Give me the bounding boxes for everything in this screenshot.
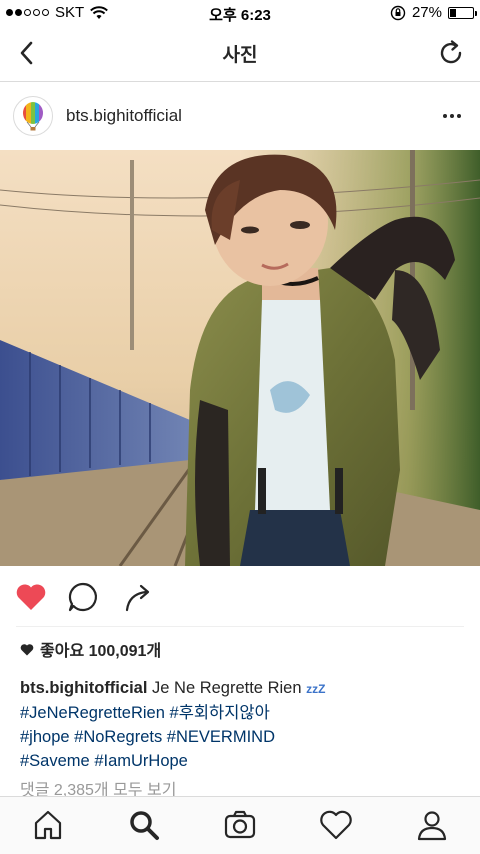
post-photo[interactable] [0,150,480,566]
hashtag[interactable]: #JeNeRegretteRien [20,704,165,722]
comment-bubble-icon[interactable] [66,580,100,614]
post-header: bts.bighitofficial [0,82,480,150]
heart-filled-icon[interactable] [14,580,48,614]
hashtag[interactable]: #Saveme [20,752,90,770]
tab-bar [0,796,480,854]
more-horizontal-icon[interactable] [440,104,464,128]
battery-percent: 27% [411,4,442,21]
post-actions [0,566,480,626]
caption-username[interactable]: bts.bighitofficial [20,679,147,697]
page-title: 사진 [222,45,258,66]
likes-count[interactable]: 좋아요 100,091개 [20,637,161,661]
nav-bar: 사진 [0,26,480,82]
hashtag[interactable]: #NEVERMIND [167,728,275,746]
hot-air-balloon-icon [23,102,43,131]
hashtag[interactable]: #NoRegrets [74,728,162,746]
camera-icon[interactable] [222,807,258,843]
search-icon[interactable] [126,807,162,843]
divider [16,626,464,627]
sleeping-zzz-icon: zzZ [306,682,326,696]
share-arrow-icon[interactable] [122,580,156,614]
home-icon[interactable] [30,807,66,843]
hashtag[interactable]: #후회하지않아 [170,704,270,722]
rotation-lock-icon [390,5,406,20]
battery-icon [448,6,477,19]
profile-icon[interactable] [414,807,450,843]
heart-outline-icon[interactable] [318,807,354,843]
status-bar: SKT 오후 6:23 27% [0,0,480,26]
post-caption: bts.bighitofficial Je Ne Regrette Rien z… [20,676,466,773]
hashtag[interactable]: #IamUrHope [94,752,188,770]
avatar[interactable] [13,96,53,136]
post-username[interactable]: bts.bighitofficial [66,106,182,126]
likes-text: 좋아요 100,091개 [40,643,162,660]
caption-text: Je Ne Regrette Rien [152,679,302,697]
refresh-icon[interactable] [436,38,466,68]
heart-small-icon [20,643,34,655]
hashtag[interactable]: #jhope [20,728,70,746]
